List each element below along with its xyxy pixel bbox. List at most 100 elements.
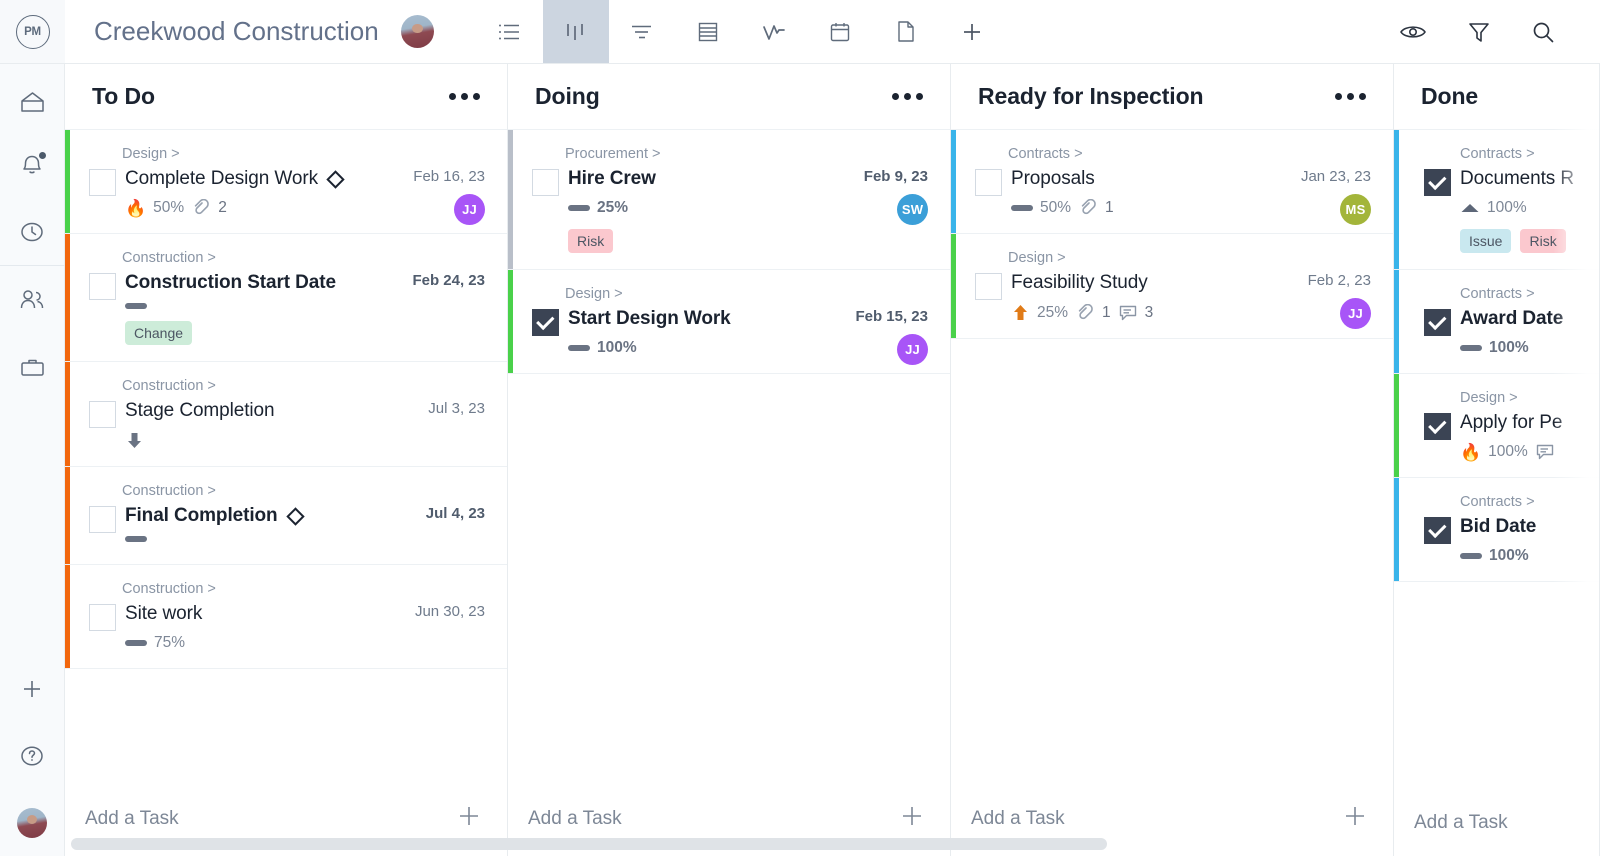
card-right-meta: Feb 16, 23 JJ — [413, 146, 485, 225]
card-meta: 100% — [1460, 199, 1599, 217]
sidebar-item-help[interactable] — [0, 722, 65, 789]
card-assignee-avatar[interactable]: MS — [1340, 194, 1371, 225]
card-assignee-avatar[interactable]: SW — [897, 194, 928, 225]
task-card[interactable]: Contracts > Documents R 100% Issue Risk — [1394, 130, 1599, 270]
card-tags: Issue Risk — [1460, 229, 1599, 253]
task-card[interactable]: Construction > Final Completion Jul 4, 2… — [65, 467, 507, 565]
task-checkbox[interactable] — [975, 169, 1002, 196]
scrollbar-thumb[interactable] — [71, 838, 1107, 850]
task-card[interactable]: Contracts > Bid Date 100% — [1394, 478, 1599, 582]
column-title: To Do — [92, 83, 155, 109]
card-due-date: Jul 4, 23 — [425, 505, 485, 522]
card-tag[interactable]: Risk — [1520, 229, 1566, 253]
tab-page-view[interactable] — [873, 0, 939, 63]
card-meta: 100% — [1460, 339, 1599, 357]
card-assignee-avatar[interactable]: JJ — [897, 334, 928, 365]
task-card[interactable]: Design > Complete Design Work 🔥 50% 2 Fe… — [65, 130, 507, 234]
add-task-label: Add a Task — [85, 807, 179, 829]
card-progress: 75% — [154, 634, 186, 651]
priority-normal-icon — [1460, 553, 1482, 559]
card-accent-bar — [951, 130, 956, 233]
card-accent-bar — [1394, 130, 1399, 269]
column-menu-button[interactable] — [890, 87, 925, 106]
add-task-label: Add a Task — [1414, 812, 1508, 833]
task-checkbox[interactable] — [89, 169, 116, 196]
task-card[interactable]: Design > Start Design Work 100% Feb 15, … — [508, 270, 950, 374]
task-card[interactable]: Construction > Stage Completion Jul 3, 2… — [65, 362, 507, 467]
card-title: Award Date — [1460, 308, 1564, 329]
attachment-icon — [1081, 199, 1096, 215]
project-owner-avatar[interactable] — [400, 15, 434, 48]
card-category: Contracts > — [1460, 494, 1535, 510]
priority-medium-icon — [1461, 204, 1479, 212]
sidebar-item-portfolio[interactable] — [0, 333, 65, 400]
task-checkbox[interactable] — [1424, 517, 1451, 544]
sidebar-item-time[interactable] — [0, 198, 65, 265]
column-menu-button[interactable] — [447, 87, 482, 106]
card-assignee-avatar[interactable]: JJ — [1340, 298, 1371, 329]
search-button[interactable] — [1531, 20, 1555, 44]
user-avatar — [17, 807, 47, 838]
sidebar-item-add[interactable] — [0, 655, 65, 722]
priority-normal-icon — [568, 205, 590, 211]
task-card[interactable]: Contracts > Proposals 50% 1 Jan 23, 23 M… — [951, 130, 1393, 234]
task-card[interactable]: Design > Apply for Pe 🔥 100% — [1394, 374, 1599, 478]
comment-icon — [1119, 305, 1136, 320]
sidebar-item-notifications[interactable] — [0, 131, 65, 198]
task-card[interactable]: Construction > Construction Start Date C… — [65, 234, 507, 362]
task-checkbox[interactable] — [532, 169, 559, 196]
task-card[interactable]: Procurement > Hire Crew 25% Risk Feb 9, … — [508, 130, 950, 270]
board-horizontal-scrollbar[interactable] — [65, 838, 1600, 850]
tab-sheet-view[interactable] — [675, 0, 741, 63]
task-checkbox[interactable] — [89, 604, 116, 631]
task-checkbox[interactable] — [89, 273, 116, 300]
task-checkbox[interactable] — [1424, 309, 1451, 336]
tab-gantt-view[interactable] — [609, 0, 675, 63]
workload-view-icon — [762, 24, 785, 40]
plus-icon — [24, 680, 40, 697]
priority-low-icon — [128, 433, 141, 448]
sheet-view-icon — [698, 22, 717, 41]
task-checkbox[interactable] — [1424, 169, 1451, 196]
card-progress: 100% — [597, 339, 637, 356]
task-checkbox[interactable] — [532, 309, 559, 336]
tab-workload-view[interactable] — [741, 0, 807, 63]
card-right-meta: Feb 2, 23 JJ — [1308, 250, 1371, 329]
card-accent-bar — [1394, 270, 1399, 373]
task-checkbox[interactable] — [1424, 413, 1451, 440]
card-assignee-avatar[interactable]: JJ — [454, 194, 485, 225]
card-due-date: Feb 9, 23 — [863, 168, 928, 185]
tab-list-view[interactable] — [477, 0, 543, 63]
tab-board-view[interactable] — [542, 0, 609, 63]
sidebar-item-account[interactable] — [0, 789, 65, 856]
card-title: Final Completion — [125, 505, 278, 526]
card-tag[interactable]: Issue — [1460, 229, 1512, 253]
sidebar-item-home[interactable] — [0, 64, 65, 131]
filter-button[interactable] — [1467, 20, 1491, 44]
watch-button[interactable] — [1399, 22, 1427, 42]
card-title: Feasibility Study — [1011, 272, 1148, 293]
card-due-date: Feb 16, 23 — [413, 168, 485, 185]
tab-add-view[interactable] — [939, 0, 1005, 63]
priority-critical-icon: 🔥 — [125, 198, 147, 218]
card-due-date: Jul 3, 23 — [428, 400, 485, 417]
task-card[interactable]: Construction > Site work 75% Jun 30, 23 — [65, 565, 507, 669]
card-due-date: Feb 15, 23 — [855, 308, 928, 325]
task-card[interactable]: Design > Feasibility Study 25% 1 3 Feb 2… — [951, 234, 1393, 339]
kanban-board: To Do Design > Complete Design Work 🔥 50… — [65, 64, 1600, 856]
task-card[interactable]: Contracts > Award Date 100% — [1394, 270, 1599, 374]
column-card-list: Contracts > Documents R 100% Issue Risk — [1394, 130, 1599, 790]
card-tag[interactable]: Change — [125, 321, 193, 345]
card-tag[interactable]: Risk — [568, 229, 614, 253]
card-title: Hire Crew — [568, 168, 656, 189]
app-logo[interactable]: PM — [0, 0, 65, 63]
card-progress: 100% — [1489, 547, 1529, 564]
task-checkbox[interactable] — [975, 273, 1002, 300]
card-progress: 25% — [1037, 303, 1069, 321]
tab-calendar-view[interactable] — [807, 0, 873, 63]
sidebar-item-team[interactable] — [0, 266, 65, 333]
column-menu-button[interactable] — [1333, 87, 1368, 106]
task-checkbox[interactable] — [89, 401, 116, 428]
task-checkbox[interactable] — [89, 506, 116, 533]
card-due-date: Jun 30, 23 — [414, 603, 485, 620]
